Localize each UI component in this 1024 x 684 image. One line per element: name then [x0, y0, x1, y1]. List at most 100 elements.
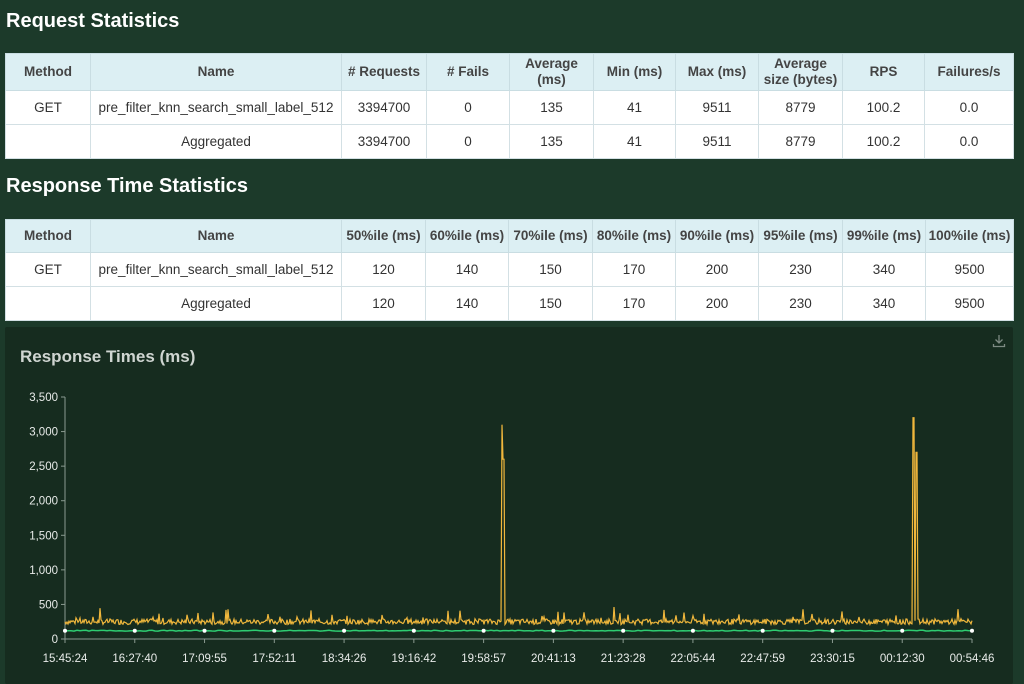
- x-tick-label: 23:30:15: [810, 653, 855, 665]
- x-tick-label: 19:58:57: [461, 653, 506, 665]
- table-cell: 0: [426, 90, 510, 125]
- column-header: Name: [90, 53, 342, 91]
- response-time-series-line: [64, 417, 973, 627]
- x-tick-label: 17:09:55: [182, 653, 227, 665]
- response-times-chart-panel: 0 500 1,000 1,500 2,000 2,500 3,000 3,500 15:45:…: [5, 327, 1013, 684]
- series-point-marker: [132, 628, 137, 633]
- table-cell: 140: [425, 286, 509, 321]
- table-cell: 340: [842, 286, 926, 321]
- table-cell: 200: [675, 286, 759, 321]
- x-tick-label: 17:52:11: [252, 653, 296, 665]
- y-tick-label: 3,000: [29, 427, 58, 439]
- table-cell: Aggregated: [90, 286, 342, 321]
- column-header: Average (ms): [509, 53, 594, 91]
- request-statistics-title: Request Statistics: [6, 10, 180, 32]
- table-header-row: Method Name 50%ile (ms) 60%ile (ms) 70%ile (…: [5, 219, 1014, 253]
- table-row: GET pre_filter_knn_search_small_label_512…: [5, 90, 1014, 125]
- table-cell: 3394700: [341, 90, 427, 125]
- table-cell: 340: [842, 252, 926, 287]
- table-cell: 230: [758, 286, 843, 321]
- table-cell: 3394700: [341, 124, 427, 159]
- table-cell: GET: [5, 90, 91, 125]
- x-tick-label: 19:16:42: [391, 653, 436, 665]
- response-time-statistics-title: Response Time Statistics: [6, 175, 248, 197]
- table-cell: 150: [508, 252, 593, 287]
- table-cell: 200: [675, 252, 759, 287]
- y-tick-label: 1,000: [29, 565, 58, 577]
- response-time-statistics-table: Method Name 50%ile (ms) 60%ile (ms) 70%ile (…: [5, 219, 1014, 321]
- table-cell: 230: [758, 252, 843, 287]
- table-cell: 170: [592, 286, 676, 321]
- y-tick-label: 3,500: [29, 392, 58, 404]
- column-header: 70%ile (ms): [508, 219, 593, 253]
- table-header-row: Method Name # Requests # Fails Average (ms) M…: [5, 53, 1014, 91]
- median-series-line: [64, 629, 972, 632]
- y-tick-label: 1,500: [29, 530, 58, 542]
- y-tick-label: 500: [39, 599, 58, 611]
- column-header: 90%ile (ms): [675, 219, 759, 253]
- x-tick-label: 22:05:44: [671, 653, 716, 665]
- table-cell: pre_filter_knn_search_small_label_512: [90, 252, 342, 287]
- x-tick-label: 18:34:26: [322, 653, 367, 665]
- column-header: Min (ms): [593, 53, 676, 91]
- table-cell: 9500: [925, 286, 1014, 321]
- table-cell: GET: [5, 252, 91, 287]
- chart-title: Response Times (ms): [20, 347, 196, 366]
- table-cell: 9500: [925, 252, 1014, 287]
- table-cell: 9511: [675, 90, 759, 125]
- table-cell: 41: [593, 90, 676, 125]
- column-header: Failures/s: [924, 53, 1014, 91]
- x-tick-label: 00:12:30: [880, 653, 925, 665]
- x-tick-label: 16:27:40: [112, 653, 157, 665]
- table-cell: pre_filter_knn_search_small_label_512: [90, 90, 342, 125]
- y-tick-label: 2,500: [29, 461, 58, 473]
- column-header: Max (ms): [675, 53, 759, 91]
- series-point-marker: [342, 628, 347, 633]
- column-header: 95%ile (ms): [758, 219, 843, 253]
- series-point-marker: [690, 628, 695, 633]
- table-cell: 150: [508, 286, 593, 321]
- table-cell: 140: [425, 252, 509, 287]
- series-point-marker: [900, 628, 905, 633]
- series-point-marker: [63, 628, 67, 633]
- series-point-marker: [760, 628, 765, 633]
- series-point-marker: [551, 628, 556, 633]
- column-header: Average size (bytes): [758, 53, 843, 91]
- x-tick-label: 15:45:24: [43, 653, 88, 665]
- y-tick-label: 0: [52, 634, 58, 646]
- table-cell: 0.0: [924, 90, 1014, 125]
- series-point-marker: [481, 628, 486, 633]
- table-cell: 0: [426, 124, 510, 159]
- response-times-chart: 0 500 1,000 1,500 2,000 2,500 3,000 3,500 15:45:…: [29, 392, 995, 665]
- table-cell: 135: [509, 124, 594, 159]
- download-icon[interactable]: [991, 333, 1007, 349]
- column-header: RPS: [842, 53, 925, 91]
- table-cell: 120: [341, 252, 426, 287]
- table-cell: 9511: [675, 124, 759, 159]
- table-cell: 8779: [758, 90, 843, 125]
- column-header: Name: [90, 219, 342, 253]
- table-cell: [5, 286, 91, 321]
- table-row: Aggregated 120 140 150 170 200 230 340 9500: [5, 286, 1014, 321]
- table-cell: 41: [593, 124, 676, 159]
- column-header: 100%ile (ms): [925, 219, 1014, 253]
- x-tick-label: 00:54:46: [950, 653, 995, 665]
- table-cell: Aggregated: [90, 124, 342, 159]
- series-point-marker: [830, 628, 835, 633]
- table-cell: [5, 124, 91, 159]
- table-cell: 170: [592, 252, 676, 287]
- table-cell: 0.0: [924, 124, 1014, 159]
- table-row: GET pre_filter_knn_search_small_label_512…: [5, 252, 1014, 287]
- series-point-marker: [621, 628, 626, 633]
- column-header: # Fails: [426, 53, 510, 91]
- column-header: Method: [5, 219, 91, 253]
- column-header: 99%ile (ms): [842, 219, 926, 253]
- y-tick-label: 2,000: [29, 496, 58, 508]
- series-point-marker: [272, 628, 277, 633]
- series-point-marker: [970, 628, 974, 633]
- column-header: 50%ile (ms): [341, 219, 426, 253]
- table-cell: 120: [341, 286, 426, 321]
- column-header: Method: [5, 53, 91, 91]
- request-statistics-table: Method Name # Requests # Fails Average (ms) M…: [5, 53, 1014, 159]
- column-header: 80%ile (ms): [592, 219, 676, 253]
